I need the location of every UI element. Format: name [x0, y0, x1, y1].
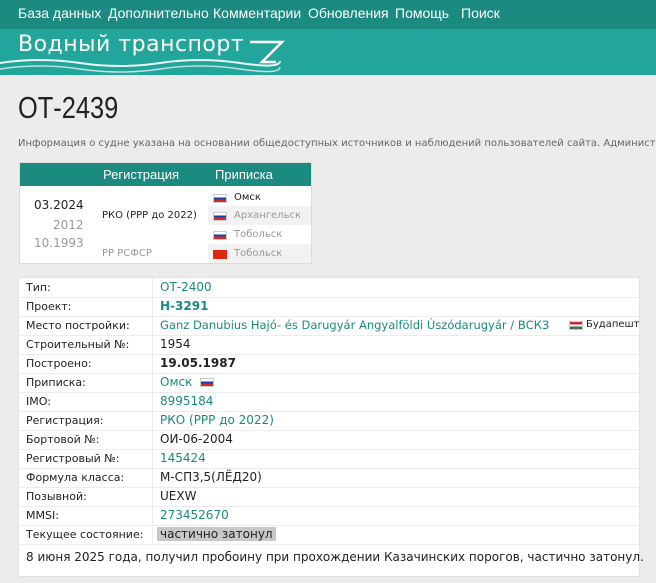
nav-additional[interactable]: Дополнительно [108, 5, 209, 21]
detail-label: Позывной: [26, 490, 87, 503]
detail-value: ОИ-06-2004 [160, 432, 233, 446]
detail-label: Приписка: [26, 376, 86, 389]
reg-date: 10.1993 [34, 236, 84, 250]
detail-value-link[interactable]: Омск [160, 375, 192, 389]
site-banner[interactable]: Водный транспорт [0, 29, 656, 75]
registration-header: Регистрация Приписка [20, 163, 311, 186]
detail-row-callsign: Позывной: UEXW [19, 487, 639, 507]
detail-value: 1954 [160, 337, 191, 351]
detail-label: MMSI: [26, 509, 59, 522]
hungary-flag-icon [569, 321, 583, 330]
detail-value: UEXW [160, 489, 197, 503]
detail-value-link[interactable]: РКО (РРР до 2022) [160, 413, 274, 427]
port-column-header: Приписка [215, 167, 273, 182]
registration-column-header: Регистрация [103, 167, 179, 182]
detail-value-link[interactable]: Ganz Danubius Hajó- és Darugyár Angyalfö… [160, 318, 549, 332]
reg-port[interactable]: Тобольск [234, 248, 282, 259]
detail-row-registration: Регистрация: РКО (РРР до 2022) [19, 411, 639, 431]
detail-row-board-number: Бортовой №: ОИ-06-2004 [19, 430, 639, 450]
reg-port[interactable]: Тобольск [234, 229, 282, 240]
detail-label: Регистровый №: [26, 452, 120, 465]
reg-date: 03.2024 [34, 198, 84, 212]
detail-value-link[interactable]: 273452670 [160, 508, 229, 522]
detail-label: Регистрация: [26, 414, 104, 427]
detail-value: 19.05.1987 [160, 356, 236, 370]
nav-database[interactable]: База данных [18, 5, 101, 21]
vessel-details-table: Тип: ОТ-2400 Проект: Н-3291 Место постро… [18, 277, 644, 577]
detail-label: IMO: [26, 395, 51, 408]
site-title: Водный транспорт [18, 32, 245, 57]
status-badge: частично затонул [157, 527, 276, 541]
reg-port[interactable]: Омск [234, 192, 261, 203]
china-flag-icon [213, 250, 227, 259]
registration-box: Регистрация Приписка 03.2024 2012 10.199… [19, 162, 312, 264]
detail-row-class-formula: Формула класса: М-СП3,5(ЛЁД20) [19, 468, 639, 488]
detail-row-project: Проект: Н-3291 [19, 297, 639, 317]
detail-label: Текущее состояние: [26, 528, 144, 541]
builder-city: Будапешт [586, 319, 640, 330]
reg-date: 2012 [53, 218, 84, 232]
detail-row-builder: Место постройки: Ganz Danubius Hajó- és … [19, 316, 640, 336]
detail-row-status: Текущее состояние: частично затонул [19, 525, 639, 545]
nav-help[interactable]: Помощь [395, 5, 449, 21]
detail-row-mmsi: MMSI: 273452670 [19, 506, 639, 526]
nav-search[interactable]: Поиск [461, 5, 500, 21]
detail-value: М-СП3,5(ЛЁД20) [160, 470, 262, 484]
page-title: ОТ-2439 [18, 90, 119, 125]
detail-label: Построено: [26, 357, 92, 370]
nav-updates[interactable]: Обновления [308, 5, 389, 21]
reg-registry: РР РСФСР [102, 248, 152, 259]
detail-label: Строительный №: [26, 338, 130, 351]
detail-row-port: Приписка: Омск [19, 373, 639, 393]
russia-flag-icon [213, 212, 227, 221]
detail-label: Формула класса: [26, 471, 125, 484]
russia-flag-icon [200, 378, 214, 387]
russia-flag-icon [213, 231, 227, 240]
reg-port[interactable]: Архангельск [234, 210, 301, 221]
detail-label: Тип: [26, 281, 51, 294]
detail-value-link[interactable]: ОТ-2400 [160, 280, 212, 294]
detail-row-type: Тип: ОТ-2400 [19, 278, 639, 298]
detail-value-link[interactable]: 145424 [160, 451, 206, 465]
nav-comments[interactable]: Комментарии [213, 5, 301, 21]
status-note: 8 июня 2025 года, получил пробоину при п… [26, 550, 644, 564]
detail-value-link[interactable]: 8995184 [160, 394, 213, 408]
info-notice: Информация о судне указана на основании … [18, 138, 656, 149]
russia-flag-icon [213, 194, 227, 203]
reg-registry: РКО (РРР до 2022) [102, 210, 197, 221]
detail-value-link[interactable]: Н-3291 [160, 299, 208, 313]
detail-row-build-number: Строительный №: 1954 [19, 335, 639, 355]
top-navigation: База данных Дополнительно Комментарии Об… [0, 0, 656, 29]
detail-label: Бортовой №: [26, 433, 100, 446]
detail-row-built: Построено: 19.05.1987 [19, 354, 639, 374]
detail-label: Место постройки: [26, 319, 130, 332]
detail-row-register-number: Регистровый №: 145424 [19, 449, 639, 469]
detail-label: Проект: [26, 300, 72, 313]
detail-row-imo: IMO: 8995184 [19, 392, 639, 412]
